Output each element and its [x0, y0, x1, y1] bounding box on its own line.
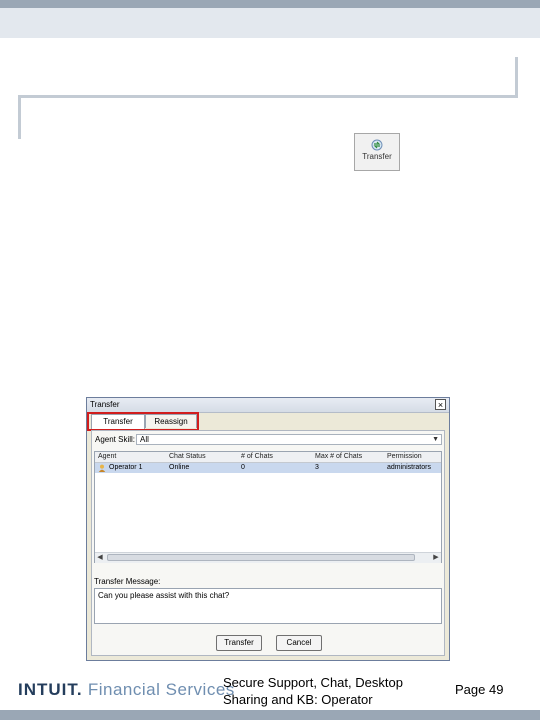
transfer-message-label: Transfer Message:: [94, 577, 161, 586]
scroll-left-icon[interactable]: ◀: [95, 553, 105, 563]
transfer-toolbar-label: Transfer: [362, 152, 392, 161]
cancel-button[interactable]: Cancel: [276, 635, 322, 651]
transfer-dialog: Transfer × Transfer Reassign Agent Skill…: [86, 397, 450, 661]
agent-skill-select[interactable]: All ▼: [136, 434, 442, 445]
dialog-titlebar: Transfer ×: [87, 398, 449, 413]
logo-brand: INTUIT.: [18, 680, 83, 699]
tabs-highlight-box: [87, 412, 199, 431]
agent-skill-label: Agent Skill:: [95, 435, 136, 444]
table-header: Agent Chat Status # of Chats Max # of Ch…: [95, 452, 441, 463]
logo-subtitle: Financial Services: [87, 680, 235, 699]
header-strip: [0, 0, 540, 8]
footer-strip: [0, 710, 540, 720]
decor-bracket-horizontal: [18, 95, 518, 98]
dialog-title: Transfer: [90, 400, 120, 409]
page-number: Page 49: [455, 682, 504, 697]
decor-bracket-left: [18, 95, 21, 139]
intuit-logo: INTUIT. Financial Services: [18, 680, 235, 700]
transfer-panel: Agent Skill: All ▼ Agent Chat Status # o…: [91, 430, 445, 656]
header-band: [0, 8, 540, 38]
cell-chat-status: Online: [169, 464, 190, 471]
column-header-max-chats[interactable]: Max # of Chats: [315, 453, 362, 460]
cell-num-chats: 0: [241, 464, 245, 471]
transfer-icon: [371, 139, 383, 151]
column-header-permission[interactable]: Permission: [387, 453, 422, 460]
scrollbar-thumb[interactable]: [107, 554, 415, 561]
transfer-button[interactable]: Transfer: [216, 635, 262, 651]
cell-permission: administrators: [387, 464, 431, 471]
chevron-down-icon: ▼: [432, 436, 439, 443]
footer-title: Secure Support, Chat, Desktop Sharing an…: [223, 675, 403, 707]
cell-max-chats: 3: [315, 464, 319, 471]
close-icon[interactable]: ×: [435, 399, 446, 410]
cell-agent: Operator 1: [109, 464, 143, 471]
column-header-num-chats[interactable]: # of Chats: [241, 453, 273, 460]
transfer-message-input[interactable]: Can you please assist with this chat?: [94, 588, 442, 624]
operator-icon: [98, 464, 106, 472]
decor-bracket-right: [515, 57, 518, 98]
column-header-agent[interactable]: Agent: [98, 453, 116, 460]
agents-table: Agent Chat Status # of Chats Max # of Ch…: [94, 451, 442, 563]
table-row[interactable]: Operator 1 Online 0 3 administrators: [95, 463, 441, 473]
column-header-chat-status[interactable]: Chat Status: [169, 453, 206, 460]
agent-skill-value: All: [140, 435, 149, 444]
scroll-right-icon[interactable]: ▶: [431, 553, 441, 563]
transfer-toolbar-button[interactable]: Transfer: [354, 133, 400, 171]
horizontal-scrollbar[interactable]: ◀ ▶: [95, 552, 441, 563]
